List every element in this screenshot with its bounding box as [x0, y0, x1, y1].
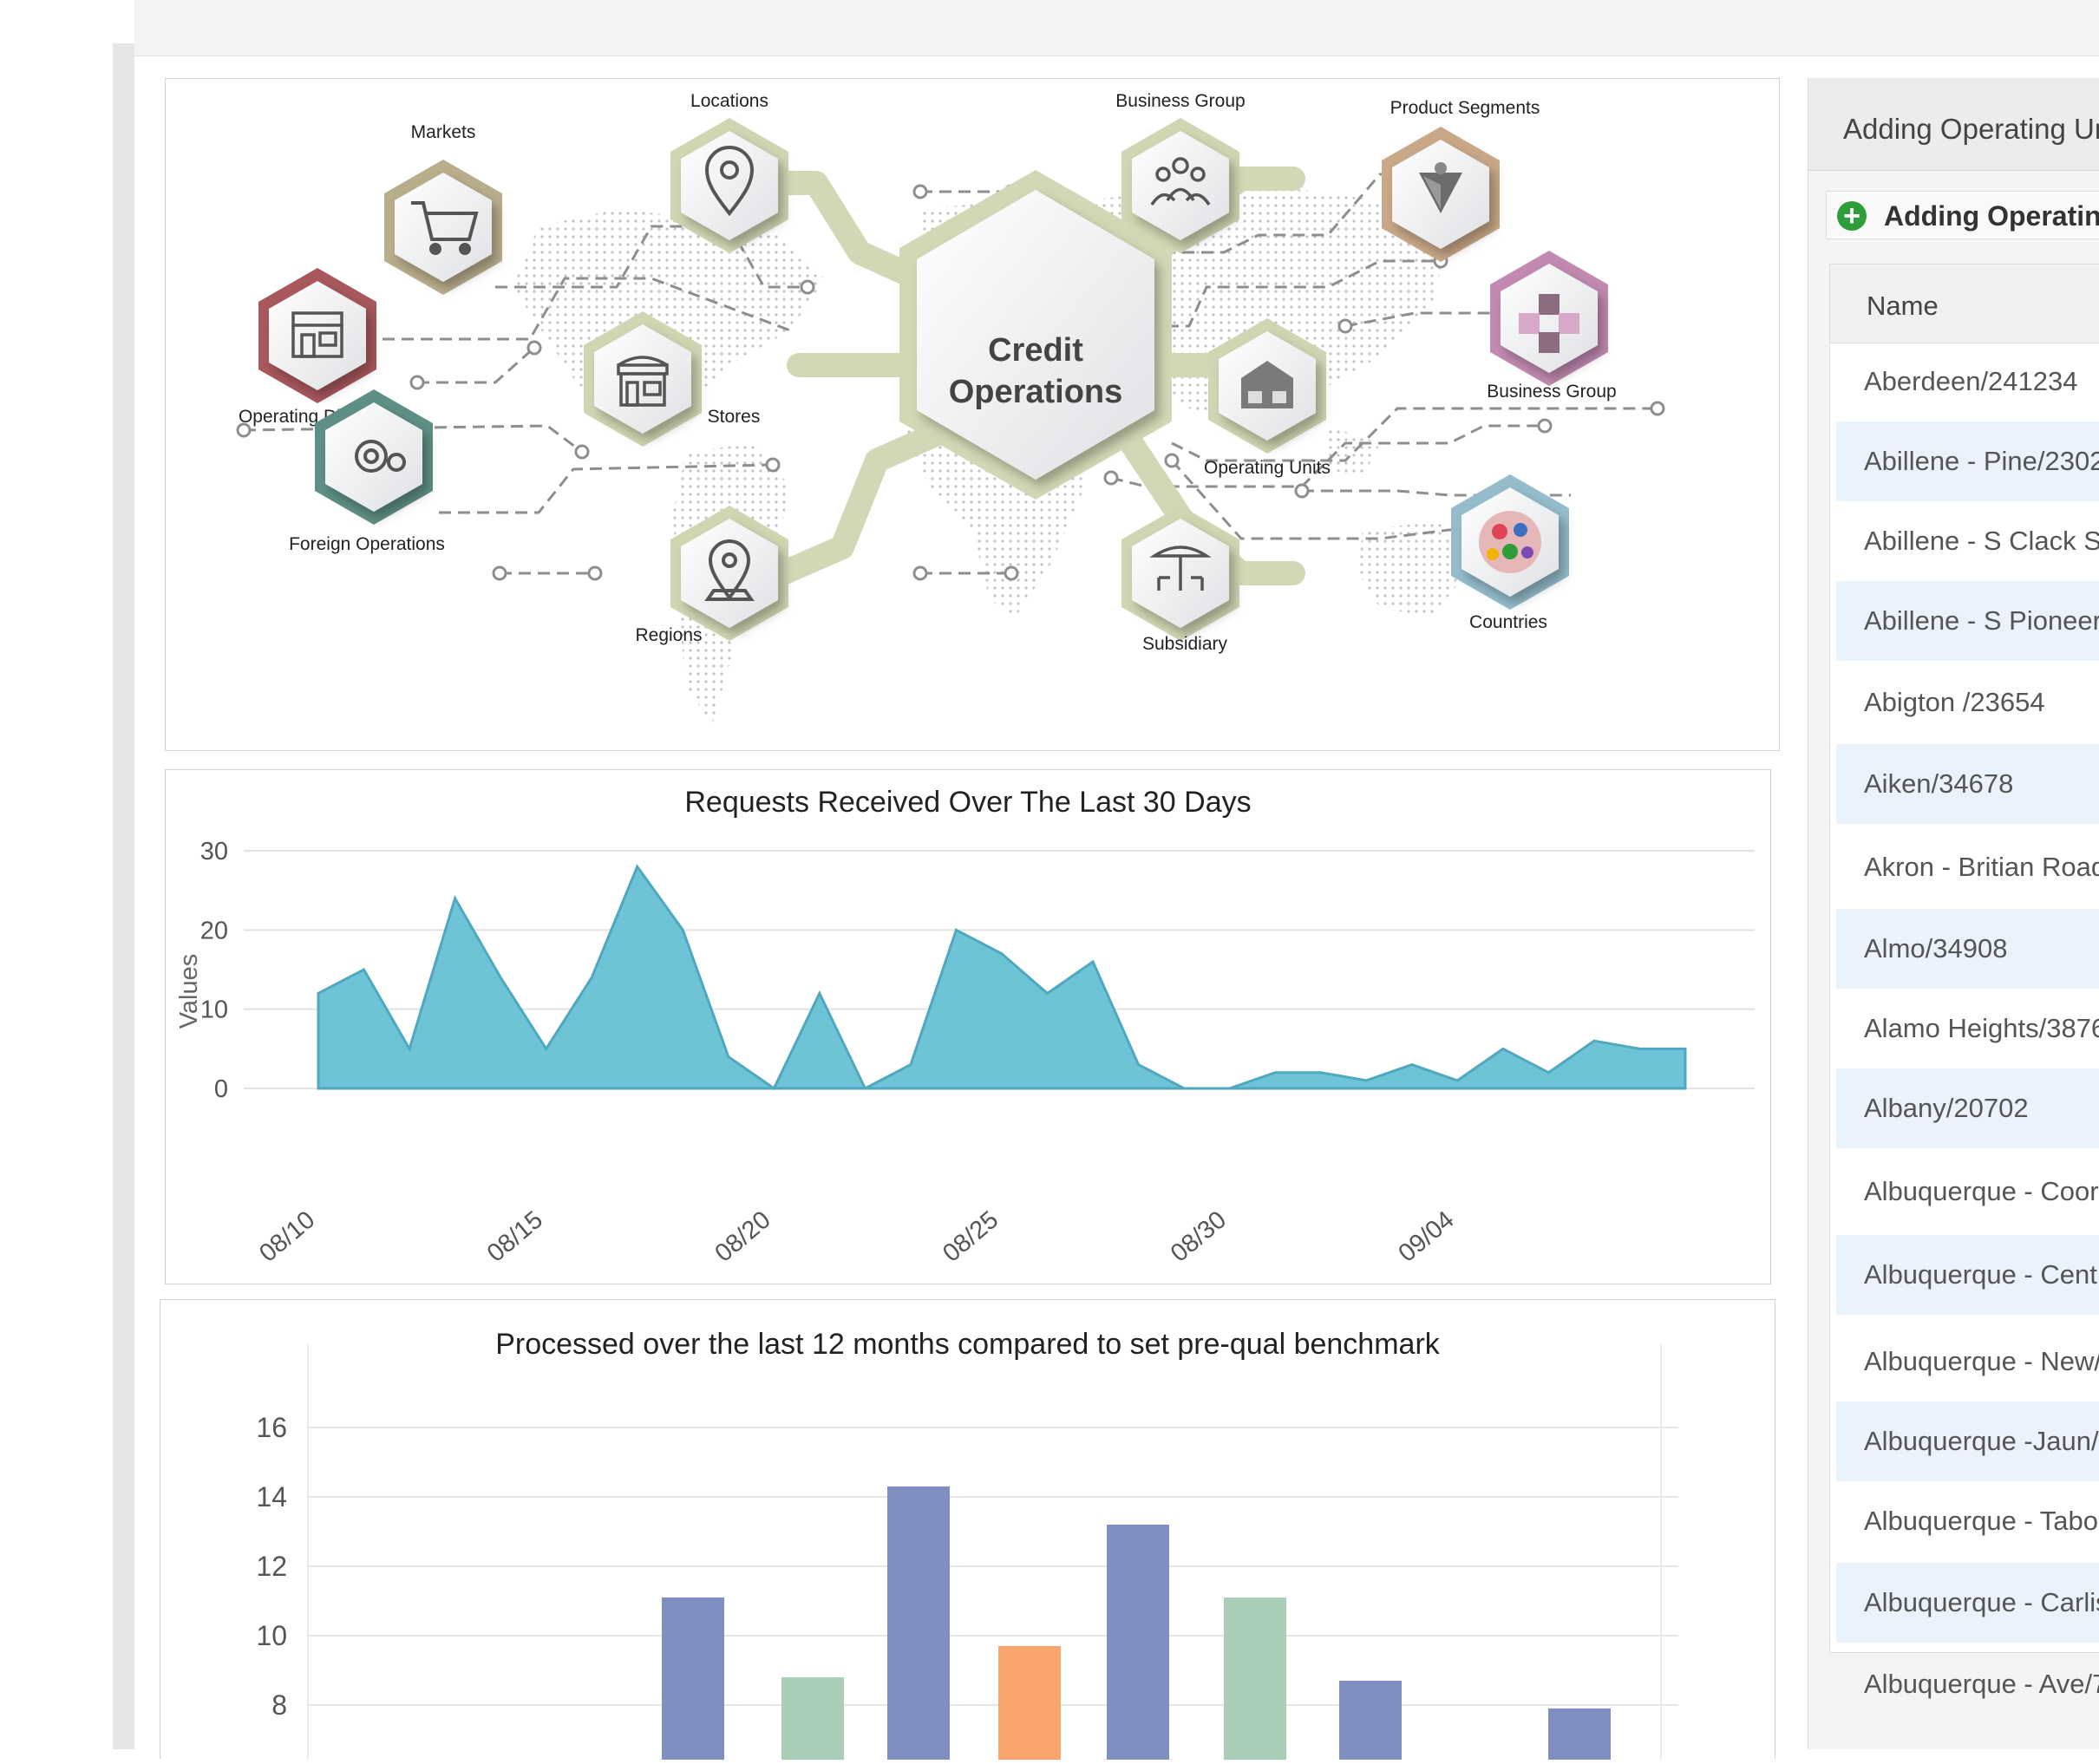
- bar: [1339, 1681, 1402, 1760]
- row-name: Albuquerque -Jaun/5: [1864, 1426, 2099, 1456]
- row-name: Abillene - Pine/23023: [1864, 446, 2099, 476]
- row-name: Albuquerque - Centra: [1864, 1259, 2099, 1290]
- x-tick-label: 08/30: [1166, 1206, 1232, 1268]
- row-name: Albuquerque - New/: [1864, 1346, 2099, 1376]
- top-bar: [134, 0, 2099, 56]
- column-header-label: Name: [1867, 291, 1939, 321]
- y-tick-label: 10: [200, 996, 228, 1024]
- table-row[interactable]: Albuquerque - Coors: [1836, 1152, 2099, 1232]
- label-business-group-top: Business Group: [1115, 91, 1245, 111]
- bar: [1224, 1597, 1286, 1760]
- requests-area-chart: 0 10 20 30 08/10 08/15 08/20 08/25 08/30 09/04 V…: [175, 838, 1755, 1268]
- bar: [662, 1597, 724, 1760]
- x-tick-label: 08/20: [709, 1206, 775, 1268]
- table-row[interactable]: Almo/34908: [1836, 909, 2099, 989]
- y-tick-label: 10: [256, 1620, 287, 1651]
- y-tick-label: 12: [256, 1551, 287, 1582]
- operating-units-panel: Adding Operating Units + Adding Operatin…: [1808, 78, 2099, 1749]
- table-row[interactable]: Akron - Britian Road: [1836, 827, 2099, 907]
- row-name: Akron - Britian Road: [1864, 852, 2099, 882]
- label-markets: Markets: [411, 122, 476, 142]
- x-tick-label: 09/04: [1393, 1206, 1459, 1268]
- row-name: Aberdeen/241234: [1864, 366, 2078, 396]
- table-row[interactable]: Abillene - S Pioneer: [1836, 581, 2099, 661]
- row-name: Albuquerque - Ave/7: [1864, 1669, 2099, 1699]
- label-countries: Countries: [1469, 612, 1547, 632]
- panel-title: Adding Operating Units: [1843, 113, 2099, 145]
- row-name: Alamo Heights/3876: [1864, 1013, 2099, 1043]
- processed-chart-panel: Processed over the last 12 months compar…: [160, 1299, 1775, 1764]
- column-header-name[interactable]: Name: [1830, 265, 2099, 343]
- row-name: Albuquerque - Coors: [1864, 1176, 2099, 1206]
- y-axis-label: Values: [175, 954, 203, 1029]
- bar: [1107, 1525, 1169, 1760]
- label-business-group-right: Business Group: [1487, 382, 1616, 402]
- row-name: Abigton /23654: [1864, 687, 2045, 717]
- node-product-segments: Product Segments: [1382, 98, 1540, 262]
- bar: [1548, 1708, 1611, 1760]
- infographic-svg: Credit Operations Markets Locations Busi…: [236, 91, 1665, 725]
- left-rail: [113, 43, 134, 1749]
- add-operating-unit-button[interactable]: + Adding Operating Units: [1826, 191, 2099, 239]
- x-tick-label: 08/15: [482, 1206, 548, 1268]
- row-name: Albuquerque - Tabo: [1864, 1506, 2099, 1536]
- node-markets: Markets: [384, 122, 502, 295]
- table-row[interactable]: Aiken/34678: [1836, 744, 2099, 824]
- table-row[interactable]: Albany/20702: [1836, 1068, 2099, 1148]
- row-name: Abillene - S Pioneer: [1864, 605, 2099, 636]
- row-name: Almo/34908: [1864, 933, 2008, 964]
- x-tick-label: 08/10: [254, 1206, 320, 1268]
- table-row[interactable]: Abillene - S Clack St/: [1836, 501, 2099, 581]
- flags-globe-icon: [1479, 511, 1541, 573]
- requests-chart-panel: Requests Received Over The Last 30 Days …: [165, 769, 1771, 1284]
- row-name: Aiken/34678: [1864, 768, 2014, 799]
- panel-header: Adding Operating Units: [1808, 78, 2099, 171]
- y-tick-label: 30: [200, 838, 228, 866]
- row-name: Abillene - S Clack St/: [1864, 526, 2099, 556]
- node-business-group-right: Business Group: [1487, 251, 1617, 402]
- table-row[interactable]: Albuquerque -Jaun/5: [1836, 1401, 2099, 1481]
- x-tick-label: 08/25: [938, 1206, 1004, 1268]
- label-subsidiary: Subsidiary: [1142, 634, 1228, 654]
- hub-label-line-2: Operations: [949, 374, 1123, 410]
- table-row[interactable]: Albuquerque - Ave/7: [1836, 1644, 2099, 1724]
- row-name: Albuquerque - Carlis: [1864, 1587, 2099, 1617]
- plus-icon: +: [1837, 201, 1867, 231]
- processed-chart-title: Processed over the last 12 months compar…: [495, 1328, 1440, 1361]
- y-tick-label: 8: [271, 1689, 287, 1721]
- table-row[interactable]: Albuquerque - Centra: [1836, 1235, 2099, 1315]
- y-tick-label: 20: [200, 917, 228, 944]
- add-button-label: Adding Operating Units: [1884, 200, 2099, 232]
- node-subsidiary: Subsidiary: [1121, 506, 1239, 654]
- node-locations: Locations: [670, 91, 788, 253]
- bar: [781, 1677, 844, 1760]
- y-tick-label: 6: [271, 1759, 287, 1760]
- y-tick-label: 16: [256, 1412, 287, 1443]
- node-regions: Regions: [635, 506, 788, 645]
- row-name: Albany/20702: [1864, 1093, 2029, 1123]
- hub-label-line-1: Credit: [988, 332, 1083, 369]
- table-row[interactable]: Albuquerque - Carlis: [1836, 1563, 2099, 1643]
- table-row[interactable]: Alamo Heights/3876: [1836, 989, 2099, 1068]
- table-row[interactable]: Abigton /23654: [1836, 663, 2099, 742]
- label-product-segments: Product Segments: [1390, 98, 1540, 118]
- table-row[interactable]: Albuquerque - New/: [1836, 1322, 2099, 1401]
- y-tick-label: 14: [256, 1481, 287, 1512]
- label-operating-units: Operating Units: [1204, 458, 1331, 478]
- y-tick-label: 0: [214, 1075, 228, 1103]
- requests-area-series: [317, 864, 1687, 1091]
- label-regions: Regions: [635, 625, 702, 645]
- bar: [887, 1486, 950, 1760]
- label-stores: Stores: [708, 407, 761, 427]
- credit-operations-infographic: Credit Operations Markets Locations Busi…: [165, 78, 1780, 751]
- bar: [998, 1646, 1061, 1760]
- requests-chart-title: Requests Received Over The Last 30 Days: [684, 786, 1252, 819]
- label-locations: Locations: [690, 91, 768, 111]
- table-row[interactable]: Albuquerque - Tabo: [1836, 1481, 2099, 1561]
- table-row[interactable]: Abillene - Pine/23023: [1836, 421, 2099, 501]
- node-countries: Countries: [1451, 474, 1569, 632]
- processed-bar-chart: 6 8 10 12 14 16: [256, 1343, 1678, 1764]
- table-row[interactable]: Aberdeen/241234: [1836, 342, 2099, 421]
- label-foreign-operations: Foreign Operations: [289, 534, 445, 554]
